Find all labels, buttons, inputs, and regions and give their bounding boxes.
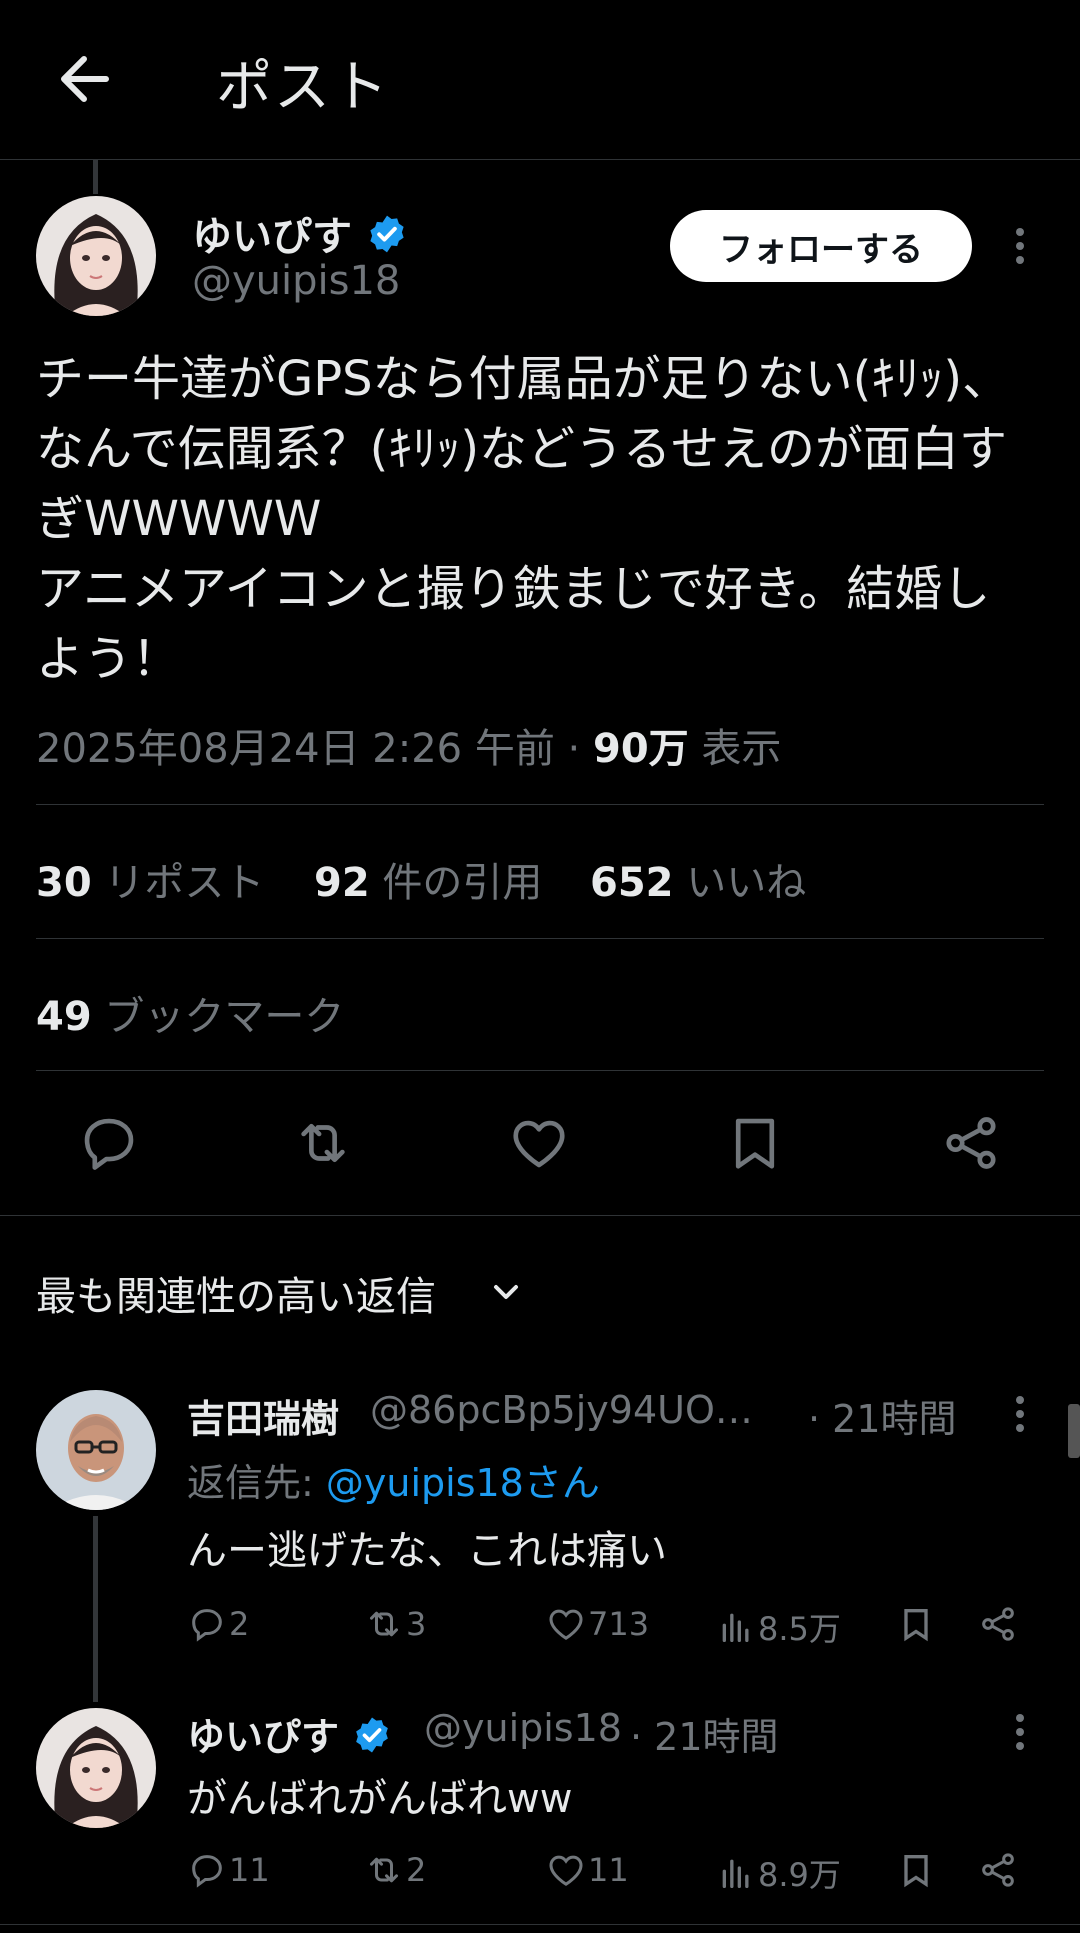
reply-to-link[interactable]: @yuipis18さん <box>326 1461 600 1505</box>
reply-icon[interactable] <box>78 1112 140 1174</box>
reposts-stat[interactable]: 30 リポスト <box>36 850 264 908</box>
reply-avatar[interactable] <box>36 1708 156 1828</box>
reply-icon <box>192 1855 222 1888</box>
post-text: チー牛達がGPSなら付属品が足りない(ｷﾘｯ)、なんで伝聞系？(ｷﾘｯ)などうる… <box>36 351 1011 687</box>
like-icon <box>549 1609 583 1640</box>
verified-badge-icon <box>352 1715 392 1764</box>
like-icon <box>549 1855 583 1886</box>
more-options-icon[interactable] <box>1008 222 1032 270</box>
reply-bookmark-button[interactable] <box>896 1850 938 1890</box>
author-name[interactable]: ゆいぴす <box>192 204 408 265</box>
thread-line <box>93 160 98 194</box>
reply-like-button[interactable]: 11 <box>546 1850 629 1890</box>
reply-reply-button[interactable]: 2 <box>187 1604 249 1644</box>
reply-text: がんばれがんばれww <box>187 1776 573 1822</box>
thread-line <box>93 1516 98 1702</box>
repost-icon <box>370 1857 398 1883</box>
divider <box>36 804 1044 805</box>
reply-views-button[interactable]: 8.9万 <box>716 1850 841 1896</box>
reply-author-handle[interactable]: @yuipis18 <box>424 1706 622 1750</box>
reply-like-button[interactable]: 713 <box>546 1604 649 1644</box>
bookmarks-stat[interactable]: 49 ブックマーク <box>36 984 344 1042</box>
views-label: 表示 <box>688 726 782 772</box>
share-icon <box>982 1607 1014 1641</box>
reply-author-handle[interactable]: @86pcBp5jy94UO… <box>370 1388 753 1432</box>
views-icon <box>722 1859 749 1888</box>
quotes-stat[interactable]: 92 件の引用 <box>314 850 542 908</box>
more-options-icon[interactable] <box>1008 1708 1032 1756</box>
reply-text: んー逃げたな、これは痛い <box>187 1528 667 1574</box>
reply-repost-button[interactable]: 3 <box>364 1604 426 1644</box>
bookmark-icon <box>904 1609 928 1642</box>
post-meta: 2025年08月24日 2:26 午前 · 90万 表示 <box>36 716 781 774</box>
follow-button[interactable]: フォローする <box>670 210 972 282</box>
reply-author-name[interactable]: ゆいぴす <box>187 1706 392 1764</box>
reply-repost-button[interactable]: 2 <box>364 1850 426 1890</box>
reply-avatar[interactable] <box>36 1390 156 1510</box>
section-divider <box>0 1924 1080 1925</box>
share-icon[interactable] <box>940 1112 1002 1174</box>
reply-icon <box>192 1609 222 1642</box>
reply-views-button[interactable]: 8.5万 <box>716 1604 841 1650</box>
top-bar: ポスト <box>0 0 1080 160</box>
author-handle[interactable]: @yuipis18 <box>192 258 400 304</box>
divider <box>36 1070 1044 1071</box>
reply-share-button[interactable] <box>978 1604 1020 1644</box>
like-icon[interactable] <box>508 1112 570 1174</box>
share-icon <box>982 1853 1014 1887</box>
likes-stat[interactable]: 652 いいね <box>590 850 806 908</box>
repost-icon <box>370 1611 398 1637</box>
post-timestamp[interactable]: 2025年08月24日 2:26 午前 · <box>36 726 593 772</box>
scrollbar-thumb[interactable] <box>1068 1404 1080 1458</box>
reply-to: 返信先: @yuipis18さん <box>187 1461 600 1505</box>
reply-reply-button[interactable]: 11 <box>187 1850 270 1890</box>
author-avatar[interactable] <box>36 196 156 316</box>
replies-sort-label[interactable]: 最も関連性の高い返信 <box>36 1264 436 1322</box>
back-arrow-icon[interactable] <box>50 44 120 114</box>
views-count: 90万 <box>593 726 689 772</box>
reply-author-name[interactable]: 吉田瑞樹 <box>187 1388 339 1443</box>
page-title: ポスト <box>216 55 390 120</box>
repost-icon[interactable] <box>292 1112 354 1174</box>
bookmark-icon[interactable] <box>724 1112 786 1174</box>
reply-time[interactable]: · 21時間 <box>808 1388 957 1443</box>
views-icon <box>722 1613 749 1642</box>
reply-time[interactable]: · 21時間 <box>630 1706 779 1761</box>
section-divider <box>0 1215 1080 1216</box>
reply-share-button[interactable] <box>978 1850 1020 1890</box>
divider <box>36 938 1044 939</box>
more-options-icon[interactable] <box>1008 1390 1032 1438</box>
bookmark-icon <box>904 1855 928 1888</box>
chevron-down-icon[interactable] <box>486 1272 526 1312</box>
reply-bookmark-button[interactable] <box>896 1604 938 1644</box>
